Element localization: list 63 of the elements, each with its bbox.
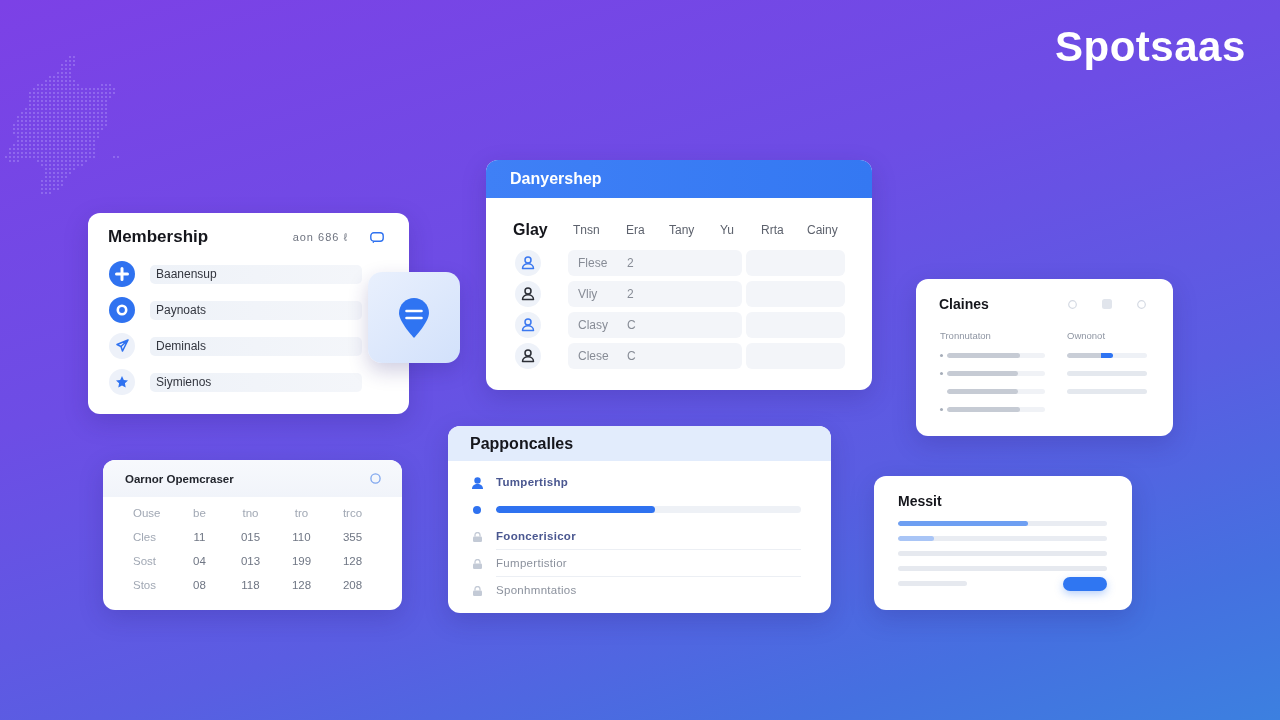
cell-text: C — [627, 318, 636, 332]
cell-text: 2 — [627, 256, 634, 270]
cell-text: Vliy — [578, 287, 599, 301]
table-cell-text: 04 — [192, 554, 207, 569]
column-header: Ouse — [133, 506, 162, 521]
ring-icon[interactable] — [370, 473, 381, 484]
table-cell-text: Sost — [133, 554, 157, 569]
table-cell-text: 015 — [239, 530, 262, 545]
list-item[interactable]: Baanensup — [150, 264, 362, 284]
column-header: Tronnutaton — [940, 330, 992, 342]
placeholder-line — [898, 581, 967, 586]
list-item[interactable]: Siymienos — [150, 372, 362, 392]
column-header: Tany — [669, 223, 696, 237]
table-cell-text: 118 — [240, 578, 261, 593]
card-title: Messit — [898, 493, 943, 509]
lock-icon — [472, 558, 482, 569]
table-cell-text: 08 — [192, 578, 207, 593]
lock-icon — [472, 585, 482, 596]
column-header: Rrta — [761, 223, 785, 237]
circle-icon[interactable] — [1068, 299, 1077, 309]
table-cell-text: Cles — [133, 530, 157, 545]
table-cell-text: 199 — [290, 554, 313, 569]
table-cell-text: 11 — [192, 530, 207, 545]
pill-button[interactable] — [1063, 576, 1107, 591]
square-icon[interactable] — [1102, 299, 1112, 309]
list-item[interactable]: Deminals — [150, 336, 362, 356]
user-icon — [471, 476, 483, 489]
cell-text: Clese — [578, 349, 610, 363]
lock-icon — [472, 531, 482, 542]
cell-text: Clasy — [578, 318, 609, 332]
card-title: Membership — [108, 227, 209, 247]
table-cell-text: 110 — [291, 530, 312, 545]
column-header: tno — [241, 506, 260, 521]
table-cell-text: Stos — [133, 578, 157, 593]
cell-text: 2 — [627, 287, 634, 301]
column-header: Era — [626, 223, 646, 237]
table-cell-text: 013 — [239, 554, 262, 569]
chat-bubble-icon[interactable] — [370, 231, 384, 243]
cell-text: C — [627, 349, 636, 363]
column-header: be — [192, 506, 207, 521]
brand-logo: Spotsaas — [1055, 22, 1246, 72]
list-item[interactable]: Tumpertishp — [496, 476, 569, 488]
table-cell-text: 208 — [341, 578, 364, 593]
column-header: Ownonot — [1067, 330, 1107, 342]
list-item[interactable]: Fooncerisicor — [496, 530, 576, 542]
card-title: Oarnor Opemcraser — [125, 471, 234, 487]
table-cell-text: 355 — [341, 530, 364, 545]
column-header: Cainy — [807, 223, 839, 237]
column-header: Tnsn — [573, 223, 601, 237]
circle-icon[interactable] — [1137, 299, 1146, 309]
column-header: Glay — [513, 221, 549, 239]
column-header: trco — [341, 506, 364, 521]
list-item[interactable]: Paynoats — [150, 300, 362, 320]
column-header: tro — [293, 506, 310, 521]
table-cell-text: 128 — [290, 578, 313, 593]
card-title: Danyershep — [510, 169, 602, 189]
cell-text: Flese — [578, 256, 609, 270]
card-title: Papponcalles — [470, 433, 574, 454]
column-header: Yu — [720, 223, 735, 237]
dot-icon — [473, 505, 481, 514]
header-meta-text: aon 686 ℓ — [292, 231, 348, 243]
table-cell-text: 128 — [341, 554, 364, 569]
card-title: Claines — [939, 295, 989, 314]
